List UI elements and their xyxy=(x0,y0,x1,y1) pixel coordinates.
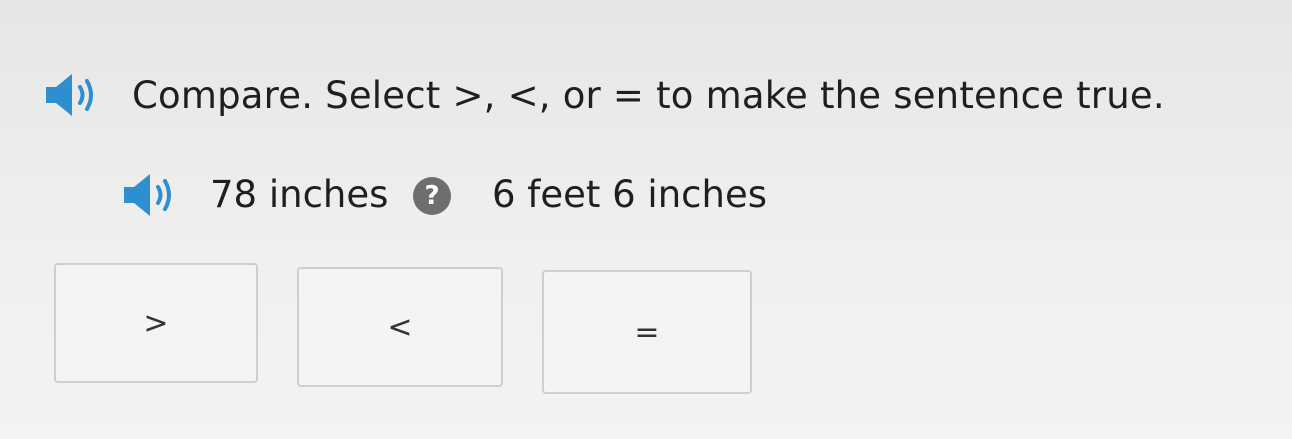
less-than-label: < xyxy=(387,309,413,345)
question-prompt: Compare. Select >, <, or = to make the s… xyxy=(132,74,1165,117)
comparison-sentence: 78 inches ? 6 feet 6 inches xyxy=(0,168,1292,222)
greater-than-label: > xyxy=(143,305,169,341)
greater-than-button[interactable]: > xyxy=(54,263,258,383)
left-quantity: 78 inches xyxy=(210,173,389,216)
equals-button[interactable]: = xyxy=(542,270,752,394)
less-than-button[interactable]: < xyxy=(297,267,503,387)
right-quantity: 6 feet 6 inches xyxy=(492,173,767,216)
unknown-symbol-badge: ? xyxy=(413,177,451,215)
equals-label: = xyxy=(634,314,660,350)
sentence-speaker-icon[interactable] xyxy=(120,170,180,220)
prompt-speaker-icon[interactable] xyxy=(42,70,102,120)
